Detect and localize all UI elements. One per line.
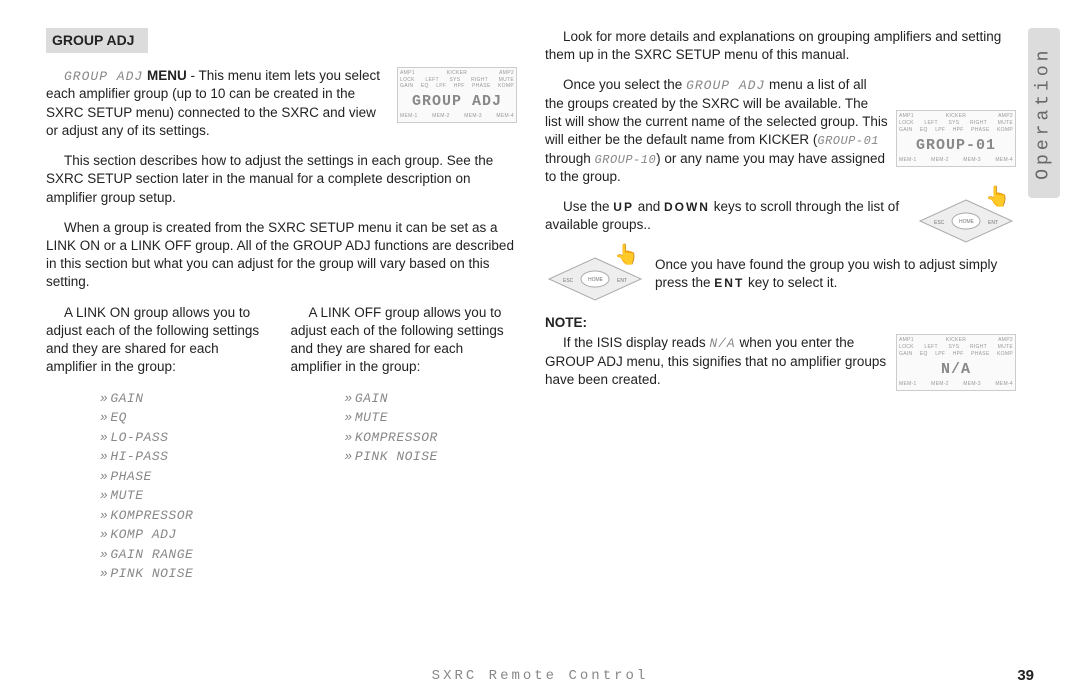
right-column: Look for more details and explanations o… [545,28,1016,628]
svg-text:ESC: ESC [563,278,574,284]
seg-na: N/A [709,336,735,351]
linkon-col: A LINK ON group allows you to adjust eac… [46,304,273,584]
linkoff-list: GAIN MUTE KOMPRESSOR PINK NOISE [291,389,518,467]
svg-text:ESC: ESC [934,220,945,226]
hand-icon: 👆 [985,184,1010,211]
list-item: KOMPRESSOR [345,428,518,448]
list-item: MUTE [100,486,273,506]
p2a: Once you select the [563,77,686,92]
p3a: Use the [563,199,613,214]
right-p3: Use the UP and DOWN keys to scroll throu… [545,198,906,234]
section-heading: GROUP ADJ [46,28,148,53]
svg-text:ENT: ENT [988,220,998,226]
updown-row: Use the UP and DOWN keys to scroll throu… [545,198,1016,244]
list-item: PINK NOISE [100,564,273,584]
list-item: LO-PASS [100,428,273,448]
lcd3-text: N/A [899,358,1013,381]
lcd-group-01: AMP1KICKERAMP2 LOCKLEFTSYSRIGHTMUTE GAIN… [896,110,1016,166]
note-heading: NOTE: [545,314,1016,332]
two-column-layout: GROUP ADJ AMP1KICKERAMP2 LOCKLEFTSYSRIGH… [46,28,1016,628]
side-tab-label: Operation [1032,46,1056,179]
lcd-group-adj: AMP1KICKERAMP2 LOCKLEFTSYSRIGHTMUTE GAIN… [397,67,517,123]
list-item: MUTE [345,408,518,428]
list-item: KOMPRESSOR [100,506,273,526]
lcd1-text: GROUP ADJ [400,90,514,113]
lcd-na: AMP1KICKERAMP2 LOCKLEFTSYSRIGHTMUTE GAIN… [896,334,1016,390]
footer-title: SXRC Remote Control [0,667,1080,686]
list-item: GAIN [100,389,273,409]
lcd2-text: GROUP-01 [899,134,1013,157]
key-ent: ENT [714,276,744,290]
key-down: DOWN [664,200,710,214]
svg-text:HOME: HOME [959,219,975,225]
seg-g01: GROUP-01 [817,134,879,148]
list-item: GAIN RANGE [100,545,273,565]
link-columns: A LINK ON group allows you to adjust eac… [46,304,517,584]
svg-text:HOME: HOME [588,277,604,283]
left-column: GROUP ADJ AMP1KICKERAMP2 LOCKLEFTSYSRIGH… [46,28,517,628]
seg-group-adj-2: GROUP ADJ [686,78,765,93]
list-item: PINK NOISE [345,447,518,467]
linkon-list: GAIN EQ LO-PASS HI-PASS PHASE MUTE KOMPR… [46,389,273,584]
hand-icon: 👆 [614,242,639,269]
p3b: and [634,199,664,214]
list-item: PHASE [100,467,273,487]
list-item: HI-PASS [100,447,273,467]
p4b: key to select it. [744,275,837,290]
note-wrap: AMP1KICKERAMP2 LOCKLEFTSYSRIGHTMUTE GAIN… [545,334,1016,389]
seg-group-adj: GROUP ADJ [64,69,143,84]
list-item: EQ [100,408,273,428]
paragraph-3: When a group is created from the SXRC SE… [46,219,517,292]
page-number: 39 [1017,666,1034,686]
p2c: through [545,151,595,166]
right-p1: Look for more details and explanations o… [545,28,1016,64]
note-a: If the ISIS display reads [563,335,709,350]
side-tab: Operation [1028,28,1060,198]
right-p2-wrap: AMP1KICKERAMP2 LOCKLEFTSYSRIGHTMUTE GAIN… [545,76,1016,186]
list-item: GAIN [345,389,518,409]
seg-g10: GROUP-10 [595,153,657,167]
svg-text:ENT: ENT [617,278,627,284]
linkon-intro: A LINK ON group allows you to adjust eac… [46,304,273,377]
ent-row: 👆 ESC HOME ENT Once you have found the g… [545,256,1016,302]
navpad-icon: 👆 ESC HOME ENT [916,198,1016,244]
navpad-icon-2: 👆 ESC HOME ENT [545,256,645,302]
paragraph-1-wrap: AMP1KICKERAMP2 LOCKLEFTSYSRIGHTMUTE GAIN… [46,67,517,140]
linkoff-col: A LINK OFF group allows you to adjust ea… [291,304,518,584]
right-p4: Once you have found the group you wish t… [655,256,1016,292]
menu-bold: MENU [143,68,187,83]
linkoff-intro: A LINK OFF group allows you to adjust ea… [291,304,518,377]
list-item: KOMP ADJ [100,525,273,545]
paragraph-2: This section describes how to adjust the… [46,152,517,207]
key-up: UP [613,200,634,214]
